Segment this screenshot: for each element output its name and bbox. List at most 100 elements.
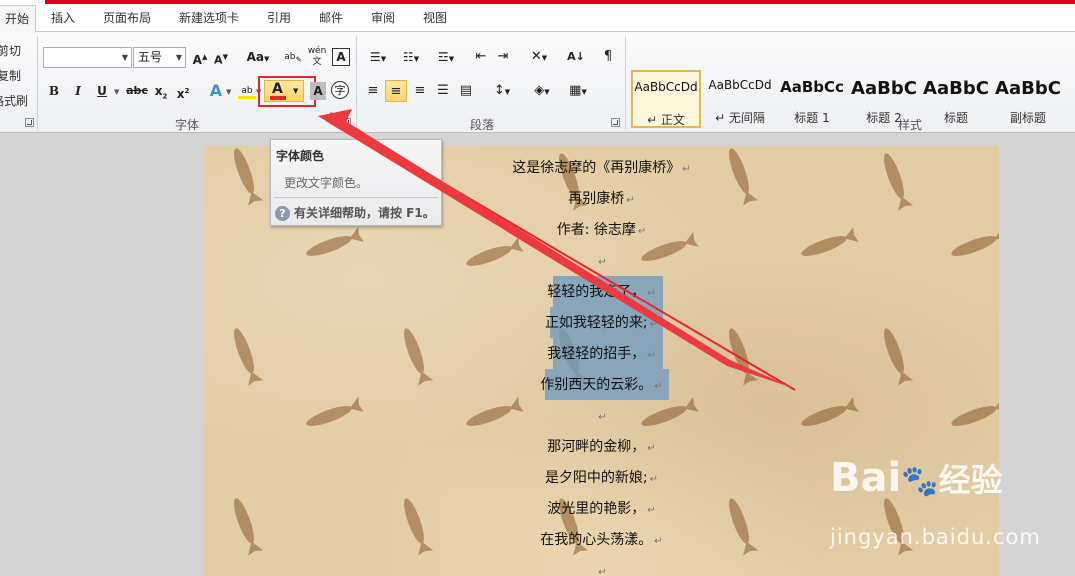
tab-new-tab[interactable]: 新建选项卡 — [172, 5, 246, 32]
show-marks-icon[interactable]: ¶ — [600, 46, 616, 68]
paragraph-mark: ↵ — [626, 195, 635, 206]
enclose-char-button[interactable]: 字 — [331, 81, 349, 99]
italic-button[interactable]: I — [70, 80, 86, 102]
tab-home[interactable]: 开始 — [0, 5, 36, 33]
clear-format-icon[interactable]: ab✎ — [283, 46, 303, 68]
align-right-icon[interactable]: ≡ — [411, 80, 429, 102]
font-size-combo[interactable]: 五号 ▼ — [133, 47, 186, 68]
bold-button[interactable]: B — [46, 80, 62, 102]
tab-references[interactable]: 引用 — [260, 5, 298, 32]
paragraph-launcher-icon[interactable] — [611, 118, 620, 127]
text-effects-icon[interactable]: A — [206, 80, 226, 102]
style-name: 标题 1 — [794, 111, 830, 125]
clipboard-launcher-icon[interactable] — [25, 118, 34, 127]
font-size-value: 五号 — [138, 50, 163, 64]
line-text: 这是徐志摩的《再别康桥》 — [512, 160, 681, 176]
style-subtitle[interactable]: AaBbC 副标题 — [993, 70, 1063, 128]
doc-line: 正如我轻轻的来; ↵ — [204, 312, 999, 334]
red-line — [45, 0, 1075, 4]
style-name: ↵ 无间隔 — [715, 111, 765, 125]
tab-page-layout[interactable]: 页面布局 — [96, 5, 158, 32]
line-text: 再别康桥 — [568, 191, 625, 207]
font-color-tooltip: 字体颜色 更改文字颜色。 ? 有关详细帮助，请按 F1。 — [270, 139, 442, 226]
paragraph-mark: ↵ — [649, 474, 659, 485]
numbering-icon[interactable]: ☷▼ — [397, 46, 425, 68]
doc-line: ↵ — [204, 405, 999, 427]
change-case-icon: Aa — [246, 50, 264, 64]
multilevel-list-icon[interactable]: ☲▼ — [431, 46, 461, 68]
paragraph-mark: ↵ — [647, 443, 656, 454]
styles-group-label: 样式 — [897, 118, 922, 132]
sort-icon[interactable]: A↓ — [566, 46, 586, 68]
paw-icon: 🐾 — [901, 464, 939, 499]
ribbon-tabs: 开始 插入 页面布局 新建选项卡 引用 邮件 审阅 视图 — [0, 5, 1075, 33]
font-group-label: 字体 — [174, 118, 199, 132]
line-text: 作者: 徐志摩 — [556, 222, 636, 238]
change-case-button[interactable]: Aa▼ — [244, 46, 272, 68]
tab-mailings[interactable]: 邮件 — [312, 5, 350, 32]
distributed-icon[interactable]: ▤ — [456, 80, 476, 102]
line-text: 作别西天的云彩。 — [540, 377, 653, 393]
chevron-down-icon: ▼ — [175, 53, 182, 62]
tab-review[interactable]: 审阅 — [364, 5, 402, 32]
style-sample: AaBbC — [851, 78, 917, 99]
style-sample: AaBbC — [995, 78, 1061, 99]
line-text: 那河畔的金柳， — [547, 439, 646, 455]
line-text: 轻轻的我走了， — [547, 284, 646, 300]
copy-button[interactable]: 复制 — [0, 67, 21, 84]
strikethrough-button[interactable]: abc — [126, 80, 148, 102]
shrink-font-button[interactable]: A▼ — [212, 46, 230, 68]
bullets-icon[interactable]: ☰▼ — [364, 46, 392, 68]
paragraph-mark: ↵ — [598, 412, 607, 423]
align-center-icon[interactable]: ≡ — [385, 80, 407, 102]
style-normal[interactable]: AaBbCcDd ↵ 正文 — [631, 70, 701, 128]
tab-insert[interactable]: 插入 — [44, 5, 82, 32]
superscript-button[interactable]: x2 — [175, 80, 191, 102]
line-text: 是夕阳中的新娘; — [544, 470, 648, 486]
font-launcher-icon[interactable] — [342, 118, 351, 127]
style-heading-1[interactable]: AaBbCc 标题 1 — [777, 70, 847, 128]
paragraph-mark: ↵ — [647, 288, 656, 299]
shading-bucket-icon[interactable]: ◈▼ — [528, 80, 556, 102]
shrink-font-icon: A — [214, 53, 223, 67]
tooltip-divider — [274, 197, 438, 198]
decrease-indent-icon[interactable]: ⇤ — [472, 46, 490, 68]
grow-font-icon: A — [192, 53, 202, 67]
style-no-spacing[interactable]: AaBbCcDd ↵ 无间隔 — [705, 70, 775, 128]
chevron-down-icon[interactable]: ▼ — [226, 88, 231, 96]
highlight-color-icon[interactable]: ab — [238, 80, 256, 102]
ribbon: 剪切 复制 格式刷 ▼ 五号▼ A▲ A▼ Aa▼ ab✎ wén文 A B I… — [0, 32, 1075, 133]
watermark-logo: Bai🐾经验 — [830, 455, 1003, 501]
style-name: ↵ 正文 — [647, 113, 685, 127]
line-spacing-icon[interactable]: ↕▼ — [488, 80, 516, 102]
doc-line: 我轻轻的招手， ↵ — [204, 343, 999, 365]
subscript-button[interactable]: x2 — [153, 80, 169, 102]
style-sample: AaBbCcDd — [634, 80, 698, 94]
doc-line: 轻轻的我走了， ↵ — [204, 281, 999, 303]
grow-font-button[interactable]: A▲ — [191, 46, 209, 68]
paragraph-mark: ↵ — [654, 536, 663, 547]
font-name-combo[interactable]: ▼ — [43, 47, 132, 68]
format-painter-button[interactable]: 格式刷 — [0, 92, 28, 109]
char-border-icon[interactable]: A — [332, 48, 350, 66]
underline-button[interactable]: U — [94, 80, 110, 102]
increase-indent-icon[interactable]: ⇥ — [494, 46, 512, 68]
tab-view[interactable]: 视图 — [416, 5, 454, 32]
paragraph-mark: ↵ — [647, 350, 656, 361]
paragraph-mark: ↵ — [654, 381, 663, 392]
cut-button[interactable]: 剪切 — [0, 42, 21, 59]
paragraph-mark: ↵ — [598, 257, 607, 268]
borders-icon[interactable]: ▦▼ — [564, 80, 592, 102]
line-text: 正如我轻轻的来; — [544, 315, 648, 331]
char-shading-button[interactable]: A — [310, 82, 326, 100]
justify-icon[interactable]: ☰ — [434, 80, 452, 102]
annotation-highlight-box — [258, 76, 316, 107]
paragraph-mark: ↵ — [649, 319, 659, 330]
phonetic-guide-icon[interactable]: wén 文 — [306, 46, 328, 68]
chevron-down-icon[interactable]: ▼ — [114, 88, 119, 96]
align-left-icon[interactable]: ≡ — [364, 80, 382, 102]
style-name: 副标题 — [1009, 111, 1046, 125]
style-sample: AaBbCcDd — [708, 78, 772, 92]
chinese-layout-icon[interactable]: ✕▼ — [525, 46, 553, 68]
chevron-down-icon: ▼ — [121, 53, 128, 62]
